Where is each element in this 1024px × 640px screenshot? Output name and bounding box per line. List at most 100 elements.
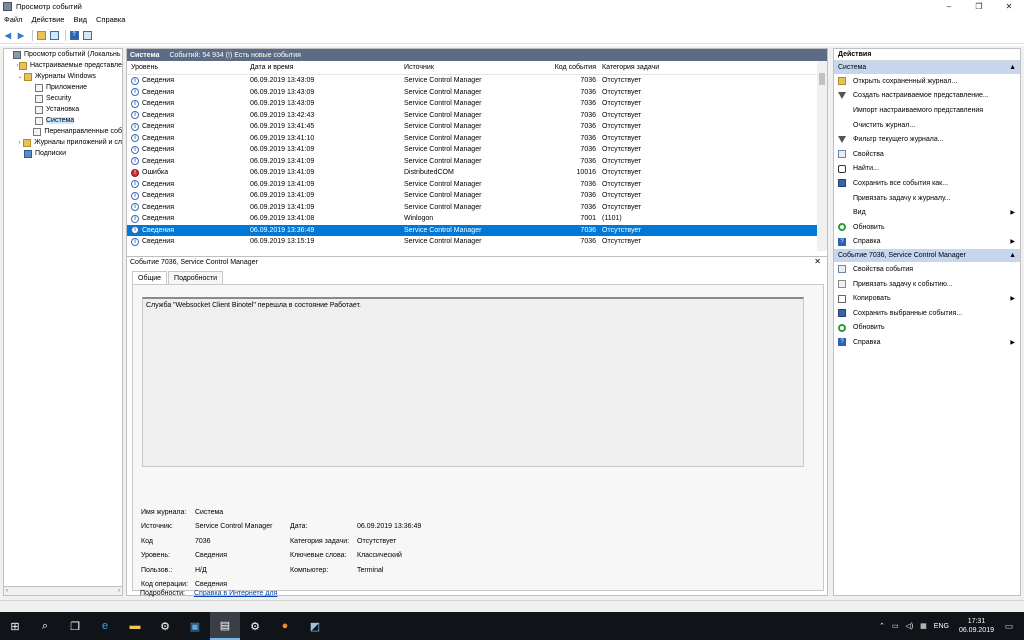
action-item[interactable]: Свойства события: [834, 262, 1020, 277]
event-row[interactable]: i Сведения 06.09.2019 13:15:19 Service Cont…: [127, 236, 827, 248]
maximize-button[interactable]: ❐: [964, 0, 994, 13]
event-code-cell: 7036: [580, 157, 596, 165]
event-row[interactable]: i Сведения 06.09.2019 13:41:09 Service Cont…: [127, 179, 827, 191]
event-row[interactable]: i Сведения 06.09.2019 13:41:09 Service Cont…: [127, 144, 827, 156]
prop-log-value: Система: [195, 509, 224, 516]
close-button[interactable]: ✕: [994, 0, 1024, 13]
event-row[interactable]: i Сведения 06.09.2019 13:41:09 Service Cont…: [127, 190, 827, 202]
tree-item[interactable]: Просмотр событий (Локальнь: [4, 49, 122, 60]
event-row[interactable]: i Сведения 06.09.2019 13:43:09 Service Cont…: [127, 98, 827, 110]
actions-section-system[interactable]: Система ▲: [834, 61, 1020, 74]
services-gear-icon[interactable]: ⚙: [240, 612, 270, 640]
remote-desktop-icon[interactable]: ▣: [180, 612, 210, 640]
event-category-cell: Отсутствует: [602, 203, 642, 211]
search-icon[interactable]: ⌕: [30, 612, 60, 640]
clock[interactable]: 17:31 06.09.2019: [959, 617, 994, 635]
volume-icon[interactable]: ◁): [905, 622, 913, 630]
online-help-link[interactable]: Справка в Интернете для: [194, 590, 277, 597]
file-explorer-icon[interactable]: ▬: [120, 612, 150, 640]
menu-action[interactable]: Действие: [31, 15, 64, 24]
tab-general[interactable]: Общие: [132, 271, 168, 284]
tree-item[interactable]: ⌄ Журналы Windows: [4, 71, 122, 82]
help-icon[interactable]: ?: [69, 30, 79, 40]
event-row[interactable]: i Сведения 06.09.2019 13:43:09 Service Cont…: [127, 75, 827, 87]
event-row[interactable]: i Сведения 06.09.2019 13:41:45 Service Cont…: [127, 121, 827, 133]
column-date[interactable]: Дата и время: [250, 64, 404, 71]
event-row[interactable]: ! Ошибка 06.09.2019 13:41:09 DistributedCOM…: [127, 167, 827, 179]
tree-item[interactable]: Подписки: [4, 148, 122, 159]
tree-item[interactable]: › Журналы приложений и сл: [4, 137, 122, 148]
tree-item[interactable]: Система: [4, 115, 122, 126]
column-source[interactable]: Источник: [404, 64, 522, 71]
action-item[interactable]: Сохранить все события как...: [834, 176, 1020, 191]
notification-icon[interactable]: ▭: [1002, 612, 1016, 640]
scroll-right-icon[interactable]: ›: [118, 588, 120, 594]
task-view-icon[interactable]: ❐: [60, 612, 90, 640]
event-viewer-taskbar-icon[interactable]: ▤: [210, 612, 240, 640]
action-item[interactable]: Обновить: [834, 220, 1020, 235]
event-row[interactable]: i Сведения 06.09.2019 13:41:09 Service Cont…: [127, 156, 827, 168]
keyboard-icon[interactable]: ▦: [920, 622, 927, 630]
tray-up-arrow-icon[interactable]: ⌃: [879, 622, 885, 630]
event-message[interactable]: Служба "Websocket Client Binotel" перешл…: [142, 297, 804, 467]
action-item[interactable]: Фильтр текущего журнала...: [834, 132, 1020, 147]
action-item[interactable]: ? Справка ▶: [834, 235, 1020, 250]
scroll-left-icon[interactable]: ‹: [6, 588, 8, 594]
tree-horizontal-scrollbar[interactable]: ‹ ›: [3, 586, 123, 596]
close-detail-icon[interactable]: ✕: [814, 257, 821, 266]
action-item[interactable]: Вид ▶: [834, 205, 1020, 220]
collapse-icon[interactable]: ▲: [1009, 252, 1016, 259]
internet-explorer-icon[interactable]: e: [90, 612, 120, 640]
show-hide-tree-icon[interactable]: [49, 30, 59, 40]
menu-help[interactable]: Справка: [96, 15, 125, 24]
app-tool-icon[interactable]: ◩: [300, 612, 330, 640]
app-orange-icon[interactable]: ●: [270, 612, 300, 640]
windows-start-icon[interactable]: ⊞: [0, 612, 30, 640]
event-row[interactable]: i Сведения 06.09.2019 13:41:09 Service Cont…: [127, 202, 827, 214]
event-row[interactable]: i Сведения 06.09.2019 13:43:09 Service Cont…: [127, 87, 827, 99]
action-item[interactable]: Создать настраиваемое представление...: [834, 89, 1020, 104]
action-label: Вид: [853, 209, 866, 217]
action-item[interactable]: Копировать ▶: [834, 291, 1020, 306]
tree-item[interactable]: › Настраиваемые представле: [4, 60, 122, 71]
event-row[interactable]: i Сведения 06.09.2019 13:42:43 Service Cont…: [127, 110, 827, 122]
tree-item[interactable]: Перенаправленные соб: [4, 126, 122, 137]
grid-vertical-scrollbar[interactable]: [817, 61, 827, 251]
network-icon[interactable]: ▭: [892, 622, 899, 630]
actions-section-event[interactable]: Событие 7036, Service Control Manager ▲: [834, 249, 1020, 263]
action-item[interactable]: Привязать задачу к событию...: [834, 277, 1020, 292]
action-pane-icon[interactable]: [82, 30, 92, 40]
forward-arrow-icon[interactable]: ▶: [16, 30, 26, 40]
expand-icon[interactable]: ⌄: [16, 73, 24, 80]
scroll-thumb[interactable]: [819, 73, 825, 85]
menu-view[interactable]: Вид: [73, 15, 87, 24]
up-folder-icon[interactable]: [36, 30, 46, 40]
tab-details[interactable]: Подробности: [168, 271, 224, 284]
collapse-icon[interactable]: ▲: [1009, 64, 1016, 71]
action-item[interactable]: Очистить журнал...: [834, 118, 1020, 133]
action-item[interactable]: Обновить: [834, 321, 1020, 336]
back-arrow-icon[interactable]: ◀: [3, 30, 13, 40]
action-item[interactable]: Открыть сохраненный журнал...: [834, 74, 1020, 89]
tree-item[interactable]: Приложение: [4, 82, 122, 93]
minimize-button[interactable]: –: [934, 0, 964, 13]
language-indicator[interactable]: ENG: [934, 623, 949, 630]
expand-icon[interactable]: ›: [16, 140, 23, 146]
action-item[interactable]: Импорт настраиваемого представления: [834, 103, 1020, 118]
event-row[interactable]: i Сведения 06.09.2019 13:41:08 Winlogon 7001…: [127, 213, 827, 225]
action-item[interactable]: Свойства: [834, 147, 1020, 162]
tree-item[interactable]: Security: [4, 93, 122, 104]
column-task-category[interactable]: Категория задачи: [602, 64, 697, 71]
column-event-code[interactable]: Код события: [522, 64, 602, 71]
event-row[interactable]: i Сведения 06.09.2019 13:41:10 Service Cont…: [127, 133, 827, 145]
action-item[interactable]: Найти...: [834, 162, 1020, 177]
settings-gear-icon[interactable]: ⚙: [150, 612, 180, 640]
event-code-cell: 10016: [576, 169, 596, 177]
tree-item[interactable]: Установка: [4, 104, 122, 115]
event-row[interactable]: i Сведения 06.09.2019 13:36:49 Service Cont…: [127, 224, 827, 236]
action-item[interactable]: Привязать задачу к журналу...: [834, 191, 1020, 206]
column-level[interactable]: Уровень: [127, 64, 250, 71]
action-item[interactable]: Сохранить выбранные события...: [834, 306, 1020, 321]
action-item[interactable]: ? Справка ▶: [834, 335, 1020, 350]
menu-file[interactable]: Файл: [4, 15, 22, 24]
